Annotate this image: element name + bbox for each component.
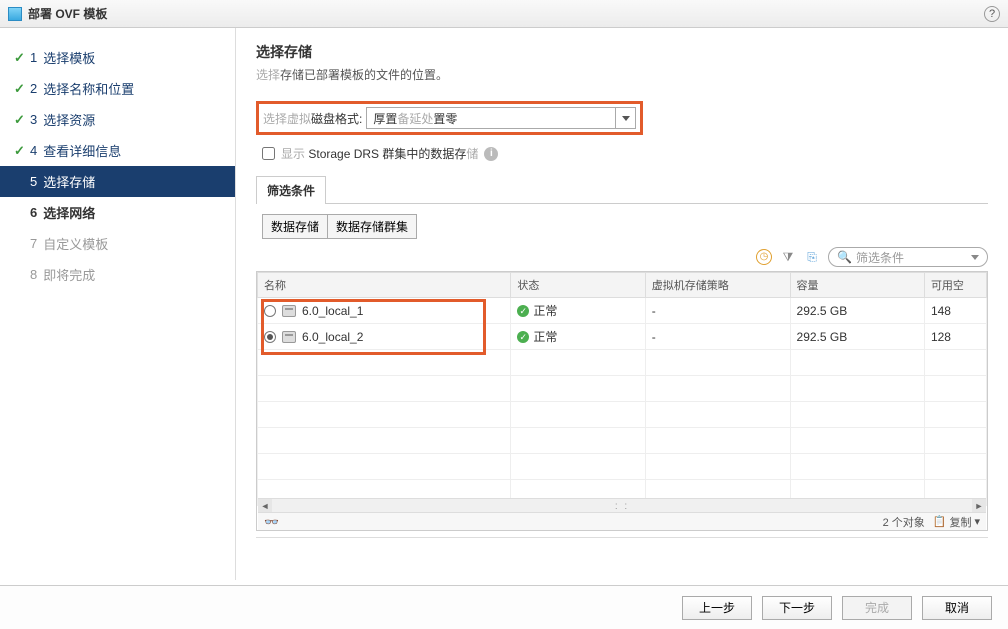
next-button[interactable]: 下一步	[762, 596, 832, 620]
wizard-steps: 1选择模板 2选择名称和位置 3选择资源 4查看详细信息 5选择存储 6选择网络…	[0, 28, 236, 580]
horizontal-scrollbar[interactable]: ◄ : : ►	[258, 498, 986, 512]
datastore-icon	[282, 331, 296, 343]
table-toolbar: ◷ ⧩ ⎘ 🔍 筛选条件	[256, 247, 988, 267]
finish-button: 完成	[842, 596, 912, 620]
step-7: 7自定义模板	[0, 228, 235, 259]
col-capacity[interactable]: 容量	[790, 273, 924, 298]
disk-format-value: 厚置备延处置零	[373, 110, 457, 127]
col-name[interactable]: 名称	[258, 273, 511, 298]
step-2[interactable]: 2选择名称和位置	[0, 73, 235, 104]
col-policy[interactable]: 虚拟机存储策略	[645, 273, 790, 298]
scroll-left-icon[interactable]: ◄	[258, 499, 272, 512]
info-icon[interactable]: i	[484, 147, 498, 161]
step-1[interactable]: 1选择模板	[0, 42, 235, 73]
wizard-footer: 上一步 下一步 完成 取消	[0, 585, 1008, 629]
search-icon: 🔍	[837, 250, 852, 264]
copy-button[interactable]: 📋 复制 ▾	[933, 514, 980, 530]
step-4[interactable]: 4查看详细信息	[0, 135, 235, 166]
chevron-down-icon[interactable]	[971, 250, 979, 264]
col-available[interactable]: 可用空	[924, 273, 986, 298]
disk-format-row: 选择虚拟磁盘格式: 厚置备延处置零	[256, 101, 643, 135]
scroll-right-icon[interactable]: ►	[972, 499, 986, 512]
datastore-table: 名称 状态 虚拟机存储策略 容量 可用空 6.0_local_1 ✓正常 - 2…	[256, 271, 988, 531]
clock-icon[interactable]: ◷	[756, 249, 772, 265]
filter-funnel-icon[interactable]: ⧩	[780, 249, 796, 265]
disk-format-label: 选择虚拟磁盘格式:	[263, 110, 362, 127]
window-title: 部署 OVF 模板	[28, 5, 107, 22]
datastore-scope-buttons: 数据存储数据存储群集	[262, 214, 988, 239]
titlebar: 部署 OVF 模板 ?	[0, 0, 1008, 28]
status-ok-icon: ✓	[517, 331, 529, 343]
btn-datastores[interactable]: 数据存储	[262, 214, 327, 239]
radio-unselected[interactable]	[264, 305, 276, 317]
drs-label: 显示 Storage DRS 群集中的数据存储	[281, 145, 478, 162]
tab-filter[interactable]: 筛选条件	[257, 178, 325, 204]
drs-checkbox-row: 显示 Storage DRS 群集中的数据存储 i	[256, 145, 988, 162]
binoculars-icon[interactable]: 👓	[264, 515, 279, 529]
resize-handle-icon[interactable]: : :	[615, 501, 629, 512]
radio-selected[interactable]	[264, 331, 276, 343]
step-3[interactable]: 3选择资源	[0, 104, 235, 135]
drs-checkbox[interactable]	[262, 147, 275, 160]
disk-format-select[interactable]: 厚置备延处置零	[366, 107, 636, 129]
table-footer: 👓 2 个对象 📋 复制 ▾	[258, 512, 986, 530]
filter-placeholder: 筛选条件	[856, 249, 904, 266]
datastore-icon	[282, 305, 296, 317]
export-icon[interactable]: ⎘	[804, 249, 820, 265]
step-5[interactable]: 5选择存储	[0, 166, 235, 197]
ovf-icon	[8, 7, 22, 21]
col-status[interactable]: 状态	[511, 273, 645, 298]
chevron-down-icon[interactable]	[615, 108, 635, 128]
object-count: 2 个对象	[883, 514, 925, 530]
table-row[interactable]: 6.0_local_2 ✓正常 - 292.5 GB 128	[258, 324, 987, 350]
table-body: 6.0_local_1 ✓正常 - 292.5 GB 148 6.0_local…	[258, 298, 987, 506]
panel-desc: 选择存储已部署模板的文件的位置。	[256, 66, 988, 83]
back-button[interactable]: 上一步	[682, 596, 752, 620]
table-row[interactable]: 6.0_local_1 ✓正常 - 292.5 GB 148	[258, 298, 987, 324]
panel-heading: 选择存储	[256, 42, 988, 62]
filter-input[interactable]: 🔍 筛选条件	[828, 247, 988, 267]
filter-tabstrip: 筛选条件	[256, 176, 326, 203]
status-ok-icon: ✓	[517, 305, 529, 317]
step-8: 8即将完成	[0, 259, 235, 290]
cancel-button[interactable]: 取消	[922, 596, 992, 620]
step-6[interactable]: 6选择网络	[0, 197, 235, 228]
help-icon[interactable]: ?	[984, 6, 1000, 22]
btn-datastore-clusters[interactable]: 数据存储群集	[327, 214, 417, 239]
main-panel: 选择存储 选择存储已部署模板的文件的位置。 选择虚拟磁盘格式: 厚置备延处置零 …	[236, 28, 1008, 580]
